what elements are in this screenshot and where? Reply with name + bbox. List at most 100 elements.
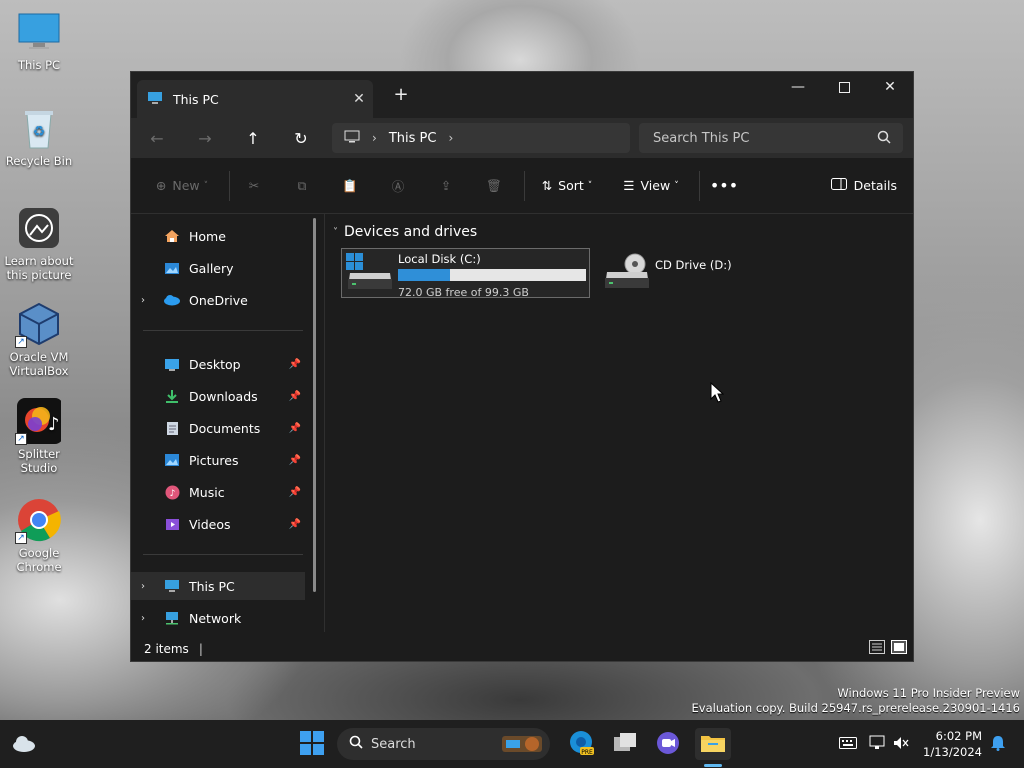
share-button[interactable]: ⇪	[422, 170, 470, 202]
new-button[interactable]: ⊕ New ˅	[149, 170, 215, 202]
desktop-icon-learn-about-picture[interactable]: Learn about this picture	[0, 206, 78, 282]
drive-name: Local Disk (C:)	[398, 252, 481, 266]
sidebar-item-label: Downloads	[189, 388, 258, 404]
chevron-right-icon[interactable]: ›	[448, 131, 453, 145]
desktop-icon-virtualbox[interactable]: ↗ Oracle VM VirtualBox	[0, 302, 78, 378]
hard-drive-icon	[346, 253, 394, 293]
close-window-button[interactable]: ✕	[867, 72, 913, 102]
chevron-down-icon[interactable]: ˅	[333, 227, 338, 238]
forward-button[interactable]: →	[193, 126, 217, 150]
sidebar-item-music[interactable]: ♪ Music 📌	[131, 478, 305, 506]
taskbar-search[interactable]: Search	[337, 728, 550, 760]
new-button-label: New	[172, 178, 200, 193]
desktop-icon-recycle-bin[interactable]: ♻ Recycle Bin	[0, 106, 78, 168]
trash-icon: 🗑	[486, 177, 502, 193]
sidebar-scrollbar[interactable]	[313, 218, 316, 592]
volume-muted-icon[interactable]	[893, 736, 909, 753]
group-header-devices[interactable]: ˅ Devices and drives	[333, 224, 477, 240]
new-tab-button[interactable]: +	[389, 84, 413, 108]
pin-icon[interactable]: 📌	[285, 519, 305, 530]
sidebar-item-home[interactable]: Home	[131, 222, 305, 250]
start-button[interactable]	[296, 728, 328, 760]
desktop-icon-splitter-studio[interactable]: ♪ ↗ Splitter Studio	[0, 398, 78, 475]
details-button-label: Details	[853, 178, 897, 193]
clock[interactable]: 6:02 PM 1/13/2024	[923, 728, 982, 760]
chevron-right-icon[interactable]: ›	[141, 581, 157, 592]
desktop-icon-this-pc[interactable]: This PC	[0, 10, 78, 72]
drive-usage-fill	[398, 269, 450, 281]
clipboard-icon: 📋	[342, 177, 358, 193]
desktop-icon-google-chrome[interactable]: ↗ Google Chrome	[0, 498, 78, 574]
sidebar-item-desktop[interactable]: Desktop 📌	[131, 350, 305, 378]
pin-icon[interactable]: 📌	[285, 359, 305, 370]
desktop-icon-label: Google Chrome	[16, 546, 62, 574]
monitor-icon	[344, 130, 360, 147]
pin-icon[interactable]: 📌	[285, 455, 305, 466]
drive-cd-d[interactable]: CD Drive (D:)	[599, 248, 739, 298]
maximize-button[interactable]	[821, 72, 867, 102]
sidebar-item-network[interactable]: › Network	[131, 604, 305, 632]
gallery-icon	[163, 260, 181, 276]
minimize-button[interactable]: —	[775, 72, 821, 102]
tab-this-pc[interactable]: This PC ✕	[137, 80, 373, 118]
tiles-view-icon[interactable]	[891, 640, 907, 657]
chevron-right-icon[interactable]: ›	[141, 295, 157, 306]
search-icon	[877, 130, 891, 148]
drive-name: CD Drive (D:)	[655, 258, 732, 272]
breadcrumb-this-pc[interactable]: This PC	[389, 131, 437, 146]
delete-button[interactable]: 🗑	[470, 170, 518, 202]
virtualbox-icon: ↗	[15, 302, 61, 348]
copy-button[interactable]: ⧉	[278, 170, 326, 202]
folder-icon	[700, 732, 726, 757]
taskbar-chat[interactable]	[652, 728, 684, 760]
taskbar-task-view[interactable]	[609, 728, 641, 760]
notification-bell-icon[interactable]	[990, 735, 1006, 754]
view-button[interactable]: ☰ View ˅	[609, 170, 693, 202]
pin-icon[interactable]: 📌	[285, 487, 305, 498]
sidebar-item-this-pc[interactable]: › This PC	[131, 572, 305, 600]
network-status-icon[interactable]	[869, 735, 887, 754]
keyboard-icon[interactable]	[839, 736, 858, 752]
drive-local-disk-c[interactable]: Local Disk (C:) 72.0 GB free of 99.3 GB	[341, 248, 590, 299]
taskbar-file-explorer[interactable]	[695, 728, 731, 760]
close-tab-icon[interactable]: ✕	[345, 91, 373, 107]
back-button[interactable]: ←	[145, 126, 169, 150]
breadcrumb[interactable]: › This PC ›	[332, 123, 630, 153]
monitor-icon	[17, 10, 61, 54]
details-button[interactable]: Details	[830, 170, 897, 202]
sort-button[interactable]: ⇅ Sort ˅	[525, 170, 609, 202]
pin-icon[interactable]: 📌	[285, 423, 305, 434]
rename-button[interactable]: Ⓐ	[374, 170, 422, 202]
chat-icon	[656, 731, 680, 758]
sort-icon: ⇅	[541, 178, 553, 193]
documents-icon	[163, 420, 181, 436]
chevron-right-icon[interactable]: ›	[141, 613, 157, 624]
refresh-button[interactable]: ↻	[289, 126, 313, 150]
scissors-icon: ✂	[248, 178, 260, 193]
view-icon: ☰	[623, 178, 635, 193]
sidebar-item-pictures[interactable]: Pictures 📌	[131, 446, 305, 474]
taskbar-edge-preview[interactable]: PRE	[565, 728, 597, 760]
pin-icon[interactable]: 📌	[285, 391, 305, 402]
sidebar-item-documents[interactable]: Documents 📌	[131, 414, 305, 442]
up-button[interactable]: ↑	[241, 126, 265, 150]
address-bar: ← → ↑ ↻ › This PC › Search This PC	[131, 118, 913, 158]
sidebar-item-onedrive[interactable]: › OneDrive	[131, 286, 305, 314]
sidebar-item-videos[interactable]: Videos 📌	[131, 510, 305, 538]
widgets-button[interactable]	[8, 728, 40, 760]
details-view-icon[interactable]	[869, 640, 885, 657]
sidebar-item-gallery[interactable]: Gallery	[131, 254, 305, 282]
svg-text:♻: ♻	[33, 124, 46, 140]
build-watermark: Windows 11 Pro Insider Preview Evaluatio…	[692, 686, 1020, 716]
cut-button[interactable]: ✂	[230, 170, 278, 202]
sidebar-item-downloads[interactable]: Downloads 📌	[131, 382, 305, 410]
chevron-right-icon[interactable]: ›	[372, 131, 377, 145]
weather-icon	[11, 733, 37, 756]
paste-button[interactable]: 📋	[326, 170, 374, 202]
desktop-icon-label: Learn about this picture	[4, 254, 74, 282]
more-options-button[interactable]: •••	[700, 170, 748, 202]
rename-icon: Ⓐ	[391, 179, 405, 194]
desktop-icon-label: This PC	[17, 58, 61, 72]
sidebar-item-label: This PC	[189, 578, 235, 594]
search-input[interactable]: Search This PC	[639, 123, 903, 153]
